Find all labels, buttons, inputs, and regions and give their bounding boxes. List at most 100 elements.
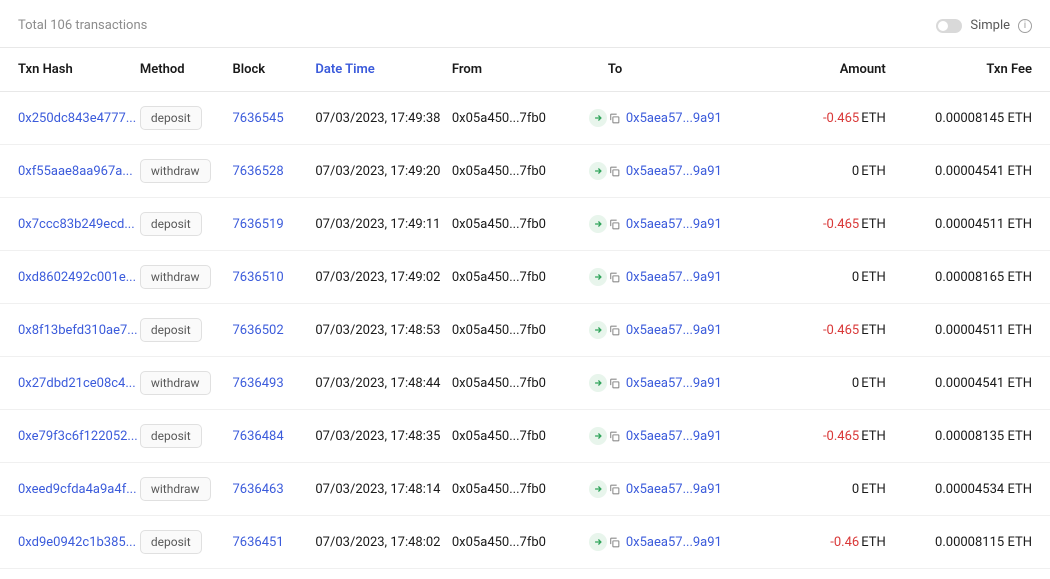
method-badge: withdraw: [140, 265, 211, 289]
table-row: 0xd8602492c001e... withdraw 7636510 07/03/2…: [0, 251, 1050, 304]
date-value: 07/03/2023, 17:49:20: [315, 164, 440, 179]
arrow-right-icon: [589, 480, 607, 498]
block-link[interactable]: 7636493: [233, 376, 284, 391]
txn-hash-link[interactable]: 0x7ccc83b249ecd...: [18, 217, 135, 232]
table-row: 0x7ccc83b249ecd... deposit 7636519 07/03/20…: [0, 198, 1050, 251]
total-transactions-label: Total 106 transactions: [18, 18, 147, 33]
arrow-right-icon: [589, 268, 607, 286]
fee-value: 0.00008115 ETH: [935, 535, 1032, 550]
table-row: 0xf55aae8aa967a... withdraw 7636528 07/03/2…: [0, 145, 1050, 198]
from-address: 0x05a450...7fb0: [452, 429, 546, 444]
info-icon[interactable]: i: [1018, 19, 1032, 33]
amount-unit: ETH: [861, 482, 886, 497]
transactions-table: Txn Hash Method Block Date Time From To …: [0, 48, 1050, 569]
method-badge: withdraw: [140, 477, 211, 501]
amount-unit: ETH: [861, 217, 886, 232]
date-value: 07/03/2023, 17:49:38: [315, 111, 440, 126]
amount-unit: ETH: [861, 323, 886, 338]
to-address-link[interactable]: 0x5aea57...9a91: [626, 111, 722, 126]
col-header-hash: Txn Hash: [18, 62, 140, 77]
txn-hash-link[interactable]: 0xd9e0942c1b385...: [18, 535, 136, 550]
from-address: 0x05a450...7fb0: [452, 111, 546, 126]
copy-icon[interactable]: [608, 112, 621, 125]
to-address-link[interactable]: 0x5aea57...9a91: [626, 535, 722, 550]
col-header-date[interactable]: Date Time: [315, 62, 452, 77]
fee-value: 0.00004541 ETH: [935, 164, 1032, 179]
to-address-link[interactable]: 0x5aea57...9a91: [626, 270, 722, 285]
col-header-method: Method: [140, 62, 233, 77]
amount-value: 0: [852, 376, 859, 391]
to-address-link[interactable]: 0x5aea57...9a91: [626, 164, 722, 179]
txn-hash-link[interactable]: 0xd8602492c001e...: [18, 270, 136, 285]
date-value: 07/03/2023, 17:48:02: [315, 535, 440, 550]
txn-hash-link[interactable]: 0xf55aae8aa967a...: [18, 164, 133, 179]
from-address: 0x05a450...7fb0: [452, 376, 546, 391]
date-value: 07/03/2023, 17:49:11: [315, 217, 440, 232]
copy-icon[interactable]: [608, 483, 621, 496]
date-value: 07/03/2023, 17:48:14: [315, 482, 440, 497]
table-row: 0xe79f3c6f122052...deposit 7636484 07/03/2…: [0, 410, 1050, 463]
method-badge: deposit: [140, 212, 202, 236]
block-link[interactable]: 7636463: [233, 482, 284, 497]
copy-icon[interactable]: [608, 271, 621, 284]
amount-unit: ETH: [861, 270, 886, 285]
fee-value: 0.00004534 ETH: [935, 482, 1032, 497]
txn-hash-link[interactable]: 0xeed9cfda4a9a4f...: [18, 482, 137, 497]
txn-hash-link[interactable]: 0x27dbd21ce08c4...: [18, 376, 136, 391]
from-address: 0x05a450...7fb0: [452, 482, 546, 497]
method-badge: deposit: [140, 424, 202, 448]
arrow-right-icon: [589, 321, 607, 339]
copy-icon[interactable]: [608, 165, 621, 178]
copy-icon[interactable]: [608, 377, 621, 390]
from-address: 0x05a450...7fb0: [452, 217, 546, 232]
to-address-link[interactable]: 0x5aea57...9a91: [626, 429, 722, 444]
col-header-amount: Amount: [764, 62, 886, 77]
amount-unit: ETH: [861, 535, 886, 550]
copy-icon[interactable]: [608, 324, 621, 337]
txn-hash-link[interactable]: 0x250dc843e4777...: [18, 111, 136, 126]
to-address-link[interactable]: 0x5aea57...9a91: [626, 323, 722, 338]
from-address: 0x05a450...7fb0: [452, 535, 546, 550]
col-header-from: From: [452, 62, 589, 77]
fee-value: 0.00004511 ETH: [935, 323, 1032, 338]
block-link[interactable]: 7636528: [233, 164, 284, 179]
copy-icon[interactable]: [608, 218, 621, 231]
arrow-right-icon: [589, 215, 607, 233]
block-link[interactable]: 7636510: [233, 270, 284, 285]
date-value: 07/03/2023, 17:48:35: [315, 429, 440, 444]
fee-value: 0.00004511 ETH: [935, 217, 1032, 232]
date-value: 07/03/2023, 17:48:44: [315, 376, 440, 391]
date-value: 07/03/2023, 17:49:02: [315, 270, 440, 285]
fee-value: 0.00008135 ETH: [935, 429, 1032, 444]
amount-unit: ETH: [861, 376, 886, 391]
amount-value: -0.465: [823, 111, 859, 126]
col-header-to: To: [608, 62, 764, 77]
block-link[interactable]: 7636545: [233, 111, 284, 126]
arrow-right-icon: [589, 109, 607, 127]
col-header-fee: Txn Fee: [886, 62, 1032, 77]
block-link[interactable]: 7636451: [233, 535, 284, 550]
to-address-link[interactable]: 0x5aea57...9a91: [626, 482, 722, 497]
fee-value: 0.00004541 ETH: [935, 376, 1032, 391]
simple-toggle[interactable]: [936, 19, 962, 33]
amount-value: -0.465: [823, 429, 859, 444]
fee-value: 0.00008145 ETH: [935, 111, 1032, 126]
method-badge: withdraw: [140, 159, 211, 183]
copy-icon[interactable]: [608, 430, 621, 443]
table-body: 0x250dc843e4777... deposit 7636545 07/03/20…: [0, 92, 1050, 569]
amount-value: -0.465: [823, 323, 859, 338]
table-header: Txn Hash Method Block Date Time From To …: [0, 48, 1050, 92]
amount-unit: ETH: [861, 164, 886, 179]
amount-value: 0: [852, 164, 859, 179]
arrow-right-icon: [589, 162, 607, 180]
to-address-link[interactable]: 0x5aea57...9a91: [626, 217, 722, 232]
block-link[interactable]: 7636519: [233, 217, 284, 232]
block-link[interactable]: 7636484: [233, 429, 284, 444]
to-address-link[interactable]: 0x5aea57...9a91: [626, 376, 722, 391]
method-badge: deposit: [140, 530, 202, 554]
table-row: 0x8f13befd310ae7...deposit763650207/03/2…: [0, 304, 1050, 357]
txn-hash-link[interactable]: 0x8f13befd310ae7...: [18, 323, 138, 338]
txn-hash-link[interactable]: 0xe79f3c6f122052...: [18, 429, 138, 444]
copy-icon[interactable]: [608, 536, 621, 549]
block-link[interactable]: 7636502: [233, 323, 284, 338]
